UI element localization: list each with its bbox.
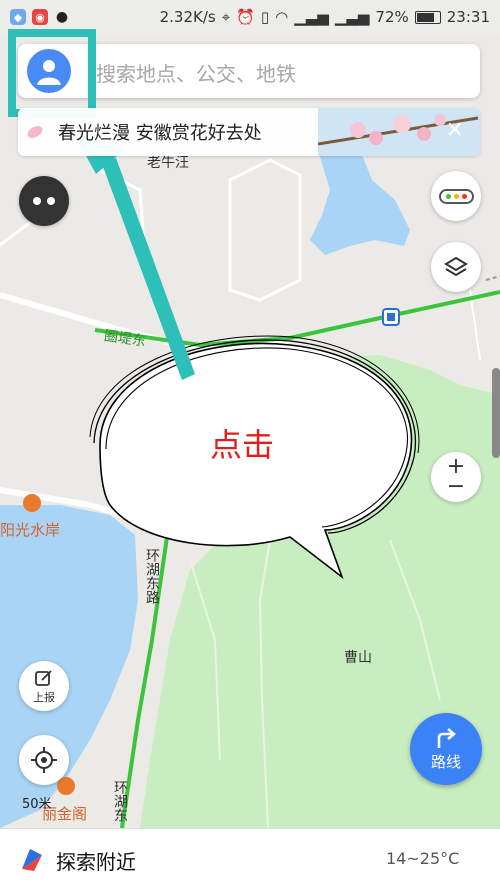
battery-percent: 72%: [375, 8, 409, 26]
traffic-button[interactable]: [431, 171, 481, 221]
vibrate-icon: ▯: [260, 8, 270, 26]
callout-text: 点击: [210, 426, 275, 464]
weather-text: 14~25°C: [386, 849, 460, 868]
explore-icon: [22, 849, 42, 871]
zoom-control[interactable]: + −: [431, 452, 481, 502]
traffic-light-icon: [438, 188, 474, 204]
layers-icon: [444, 256, 468, 277]
shield-app-icon: ◆: [10, 9, 26, 25]
crosshair-icon: [31, 747, 57, 773]
battery-icon: [414, 10, 441, 24]
map-side-handle: [492, 368, 500, 458]
scale-label: 50米: [22, 797, 52, 812]
wifi-icon: ◠: [275, 8, 289, 26]
route-label: 路线: [430, 752, 461, 771]
turn-arrow-icon: [437, 727, 457, 748]
dot-icon-2: [47, 197, 55, 205]
map-label-huanhu-road-2: 环湖东: [112, 780, 128, 822]
layers-button[interactable]: [431, 242, 481, 292]
qq-app-icon: ●: [55, 9, 69, 25]
edit-icon: [35, 669, 52, 686]
report-button[interactable]: 上报: [19, 661, 69, 711]
alarm-icon: ⏰: [236, 8, 255, 26]
zoom-out-button[interactable]: −: [447, 476, 465, 498]
route-button[interactable]: 路线: [410, 713, 482, 785]
promo-banner[interactable]: 春光烂漫 安徽赏花好去处 ✕: [18, 108, 480, 156]
explore-nearby-label[interactable]: 探索附近: [56, 846, 136, 875]
more-button[interactable]: [19, 176, 69, 226]
map-label-caoshan: 曹山: [344, 650, 372, 666]
clock: 23:31: [446, 8, 490, 26]
signal-icon-2: ▁▃▅: [334, 8, 370, 26]
restaurant-marker: [23, 494, 41, 512]
network-speed: 2.32K/s: [159, 8, 216, 26]
map-label-yangguang: 阳光水岸: [0, 521, 61, 539]
report-label: 上报: [33, 690, 55, 704]
bottom-bar[interactable]: 探索附近 14~25°C: [0, 828, 500, 889]
close-icon[interactable]: ✕: [446, 118, 464, 143]
highlight-box: [8, 29, 96, 117]
dot-icon: [33, 197, 41, 205]
netease-app-icon: ◉: [32, 9, 48, 25]
banner-text: 春光烂漫 安徽赏花好去处: [58, 123, 262, 144]
search-input[interactable]: 搜索地点、公交、地铁: [96, 58, 296, 87]
locate-button[interactable]: [19, 735, 69, 785]
blossom-icon: [27, 126, 43, 138]
signal-icon: ▁▃▅: [294, 8, 329, 26]
location-icon: ⌖: [221, 8, 231, 26]
restaurant-marker-2: [57, 777, 75, 795]
